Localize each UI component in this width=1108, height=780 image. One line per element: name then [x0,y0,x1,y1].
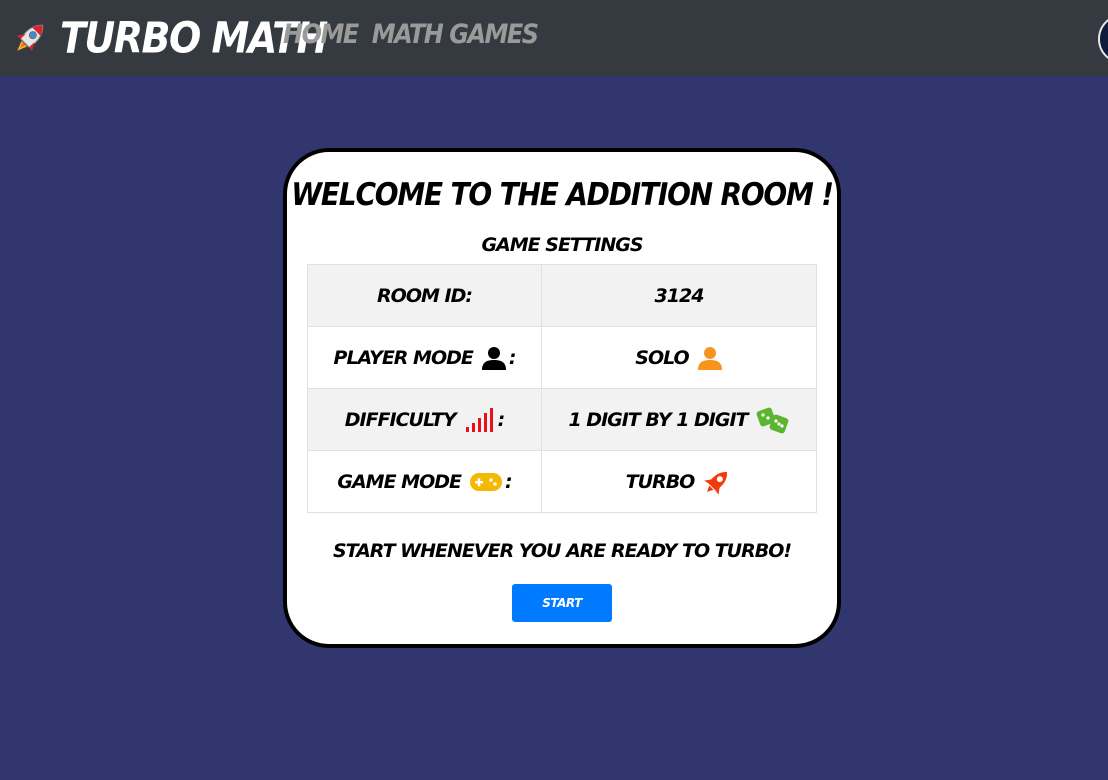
difficulty-value: 1 digit by 1 digit [541,388,817,451]
table-row: Difficulty : 1 digit by 1 digit [307,388,817,451]
room-id-label-text: Room ID: [377,284,473,307]
user-icon [481,346,506,370]
nav-link-math-games[interactable]: Math Games [372,19,539,50]
difficulty-label: Difficulty : [307,388,542,451]
ready-message: Start whenever you are ready to Turbo! [332,540,792,562]
colon: : [505,470,513,493]
player-mode-value-text: Solo [635,346,689,369]
brand[interactable]: Turbo Math [12,10,328,66]
addition-room-card: Welcome to the addition room ! Game Sett… [283,148,841,648]
game-mode-label-text: Game Mode [337,470,462,493]
table-row: Room ID: 3124 [307,264,817,327]
avatar[interactable] [1098,14,1108,64]
difficulty-label-text: Difficulty [344,408,457,431]
game-settings-table: Room ID: 3124 Player Mode : Solo [307,264,817,513]
room-id-value-text: 3124 [654,284,705,307]
rocket-icon [16,24,44,52]
player-mode-label: Player Mode : [307,326,542,389]
start-button[interactable]: Start [512,584,612,622]
user-icon [697,346,722,370]
room-id-label: Room ID: [307,264,542,327]
dice-icon [756,407,788,433]
colon: : [497,408,506,431]
gamepad-icon [470,472,502,491]
game-mode-label: Game Mode : [307,450,542,513]
room-id-value: 3124 [541,264,817,327]
player-mode-label-text: Player Mode [333,346,474,369]
top-navbar: Turbo Math Home Math Games [0,0,1108,76]
game-settings-heading: Game Settings [481,234,643,256]
difficulty-value-text: 1 digit by 1 digit [568,408,748,431]
signal-bars-icon [465,407,493,432]
nav-link-home[interactable]: Home [283,19,359,50]
rocket-icon [704,471,728,495]
player-mode-value: Solo [541,326,817,389]
colon: : [508,346,517,369]
game-mode-value: Turbo [541,450,817,513]
table-row: Player Mode : Solo [307,326,817,389]
table-row: Game Mode : Turbo [307,450,817,513]
nav-links: Home Math Games [283,19,539,50]
game-mode-value-text: Turbo [625,470,696,493]
page-title: Welcome to the addition room ! [291,176,834,213]
